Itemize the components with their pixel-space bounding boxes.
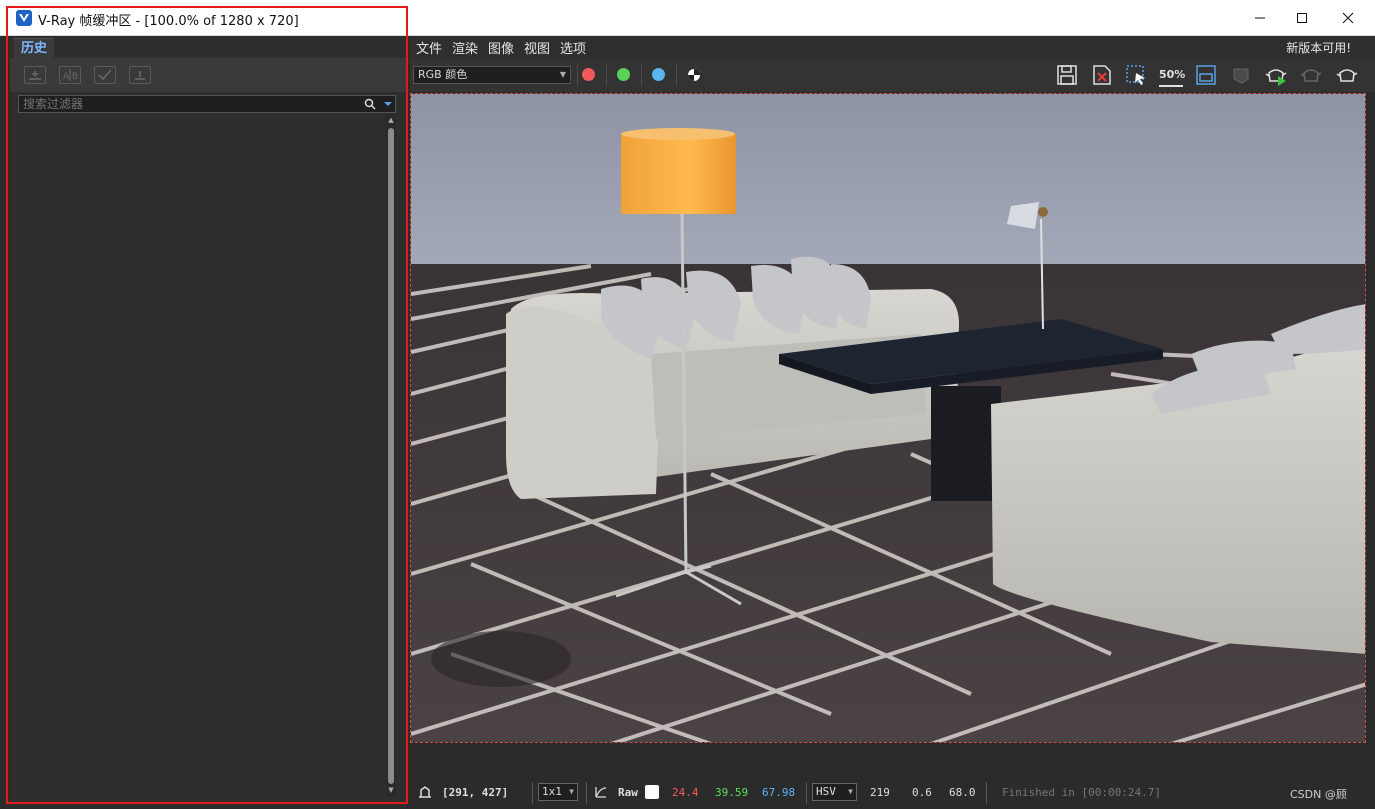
- render-region-frame-icon[interactable]: [1194, 63, 1218, 87]
- green-channel-toggle[interactable]: [617, 68, 630, 81]
- vray-frame-buffer-window: V-Ray 帧缓冲区 - [100.0% of 1280 x 720] 历史 A…: [0, 0, 1375, 809]
- chevron-down-icon: ▼: [559, 70, 566, 79]
- divider: [532, 782, 533, 804]
- status-bar: [291, 427] 1x1 ▼ Raw 24.4 39.59 67.98 HSV…: [410, 776, 1375, 809]
- svg-text:A: A: [63, 72, 70, 82]
- color-swatch: [645, 785, 659, 799]
- render-time-label: Finished in [00:00:24.7]: [1002, 786, 1161, 799]
- search-input[interactable]: [23, 96, 353, 112]
- chevron-down-icon: ▼: [848, 787, 853, 796]
- vray-logo-icon: [16, 10, 32, 26]
- channel-select-value: RGB 颜色: [418, 68, 468, 81]
- menu-file[interactable]: 文件: [416, 38, 442, 57]
- svg-text:B: B: [72, 72, 78, 82]
- history-panel: 历史 AB ▲ ▼: [10, 36, 406, 806]
- save-image-icon[interactable]: [1055, 63, 1079, 87]
- divider: [606, 64, 607, 86]
- region-render-icon[interactable]: [1124, 63, 1148, 87]
- watermark-text: CSDN @顾: [1290, 788, 1347, 801]
- mono-mode-icon[interactable]: [687, 68, 701, 82]
- window-title: V-Ray 帧缓冲区 - [100.0% of 1280 x 720]: [38, 14, 299, 29]
- red-channel-toggle[interactable]: [582, 68, 595, 81]
- color-curve-icon[interactable]: [594, 785, 608, 799]
- search-icon[interactable]: [364, 98, 376, 110]
- maximize-icon: [1297, 13, 1307, 23]
- color-space-select[interactable]: HSV ▼: [812, 783, 857, 801]
- zoom-select-value: 1x1: [542, 785, 562, 798]
- hue-value: 219: [870, 786, 890, 799]
- ab-compare-icon[interactable]: AB: [59, 66, 81, 84]
- menu-view[interactable]: 视图: [524, 38, 550, 57]
- blue-value: 67.98: [762, 786, 796, 799]
- minimize-button[interactable]: [1237, 0, 1283, 36]
- minimize-icon: [1255, 17, 1265, 19]
- save-to-history-icon[interactable]: [24, 66, 46, 84]
- menu-options[interactable]: 选项: [560, 38, 586, 57]
- history-scrollbar[interactable]: ▲ ▼: [386, 114, 396, 796]
- red-value: 24.4: [672, 786, 699, 799]
- test-resolution-button[interactable]: 50%: [1159, 63, 1186, 87]
- saturation-value: 0.6: [912, 786, 932, 799]
- clear-image-icon[interactable]: [1090, 63, 1114, 87]
- green-value: 39.59: [715, 786, 749, 799]
- chevron-down-icon: ▼: [569, 787, 574, 796]
- channel-select[interactable]: RGB 颜色 ▼: [413, 66, 571, 84]
- load-from-history-icon[interactable]: [94, 66, 116, 84]
- frame-buffer-toolbar: RGB 颜色 ▼ 50%: [410, 58, 1375, 92]
- history-toolbar: AB: [10, 58, 406, 92]
- scroll-down-icon[interactable]: ▼: [387, 786, 395, 794]
- cursor-coordinates: [291, 427]: [442, 786, 509, 799]
- color-space-select-value: HSV: [816, 785, 836, 798]
- divider: [641, 64, 642, 86]
- blue-channel-toggle[interactable]: [652, 68, 665, 81]
- update-notice-link[interactable]: 新版本可用!: [1286, 39, 1351, 56]
- close-icon: [1342, 12, 1354, 24]
- maximize-button[interactable]: [1279, 0, 1325, 36]
- test-resolution-label: 50%: [1159, 68, 1186, 81]
- pin-cursor-icon[interactable]: [418, 785, 432, 799]
- divider: [806, 782, 807, 804]
- divider: [577, 64, 578, 86]
- interactive-render-icon[interactable]: [1299, 63, 1323, 87]
- divider: [586, 782, 587, 804]
- rendered-image: [411, 94, 1365, 742]
- history-list: [18, 114, 386, 796]
- close-button[interactable]: [1325, 0, 1371, 36]
- render-viewport[interactable]: [410, 93, 1366, 743]
- render-teapot-icon[interactable]: [1264, 63, 1288, 87]
- stop-render-teapot-icon[interactable]: [1335, 63, 1359, 87]
- scrollbar-thumb[interactable]: [388, 128, 394, 784]
- scroll-up-icon[interactable]: ▲: [387, 116, 395, 124]
- viewport-scrollbar[interactable]: [1366, 93, 1375, 743]
- tab-history[interactable]: 历史: [14, 38, 54, 58]
- menu-image[interactable]: 图像: [488, 38, 514, 57]
- value-value: 68.0: [949, 786, 976, 799]
- zoom-select[interactable]: 1x1 ▼: [538, 783, 578, 801]
- menu-bar: 文件 渲染 图像 视图 选项 新版本可用!: [410, 36, 1375, 58]
- title-bar: V-Ray 帧缓冲区 - [100.0% of 1280 x 720]: [0, 0, 1375, 36]
- divider: [676, 64, 677, 86]
- history-search-field[interactable]: [18, 95, 396, 113]
- menu-render[interactable]: 渲染: [452, 38, 478, 57]
- divider: [986, 782, 987, 804]
- chevron-down-icon[interactable]: [382, 98, 394, 110]
- interactive-region-icon[interactable]: [1230, 63, 1254, 87]
- remove-from-history-icon[interactable]: [129, 66, 151, 84]
- raw-mode-label[interactable]: Raw: [618, 786, 638, 799]
